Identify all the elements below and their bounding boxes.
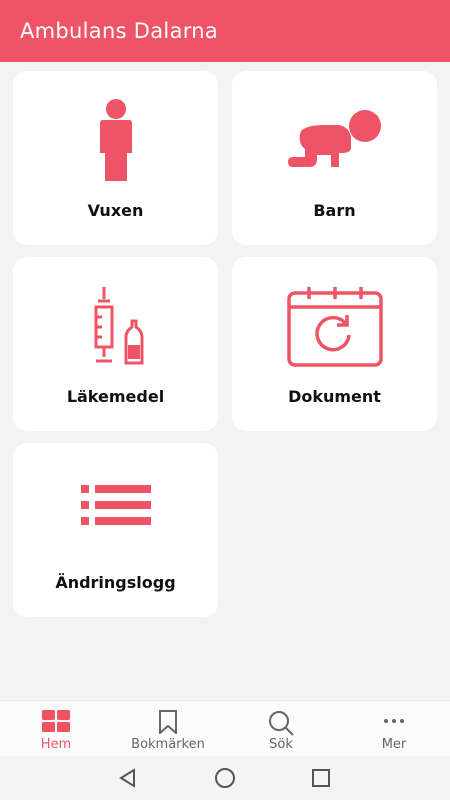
back-icon[interactable]	[116, 766, 140, 790]
list-icon	[13, 485, 218, 525]
nav-item-hem[interactable]: Hem	[0, 701, 112, 757]
tile-dokument[interactable]: Dokument	[232, 257, 437, 431]
tile-barn[interactable]: Barn	[232, 71, 437, 245]
nav-item-bokmarken[interactable]: Bokmärken	[112, 701, 224, 757]
nav-label: Mer	[381, 737, 407, 752]
calendar-refresh-icon	[232, 287, 437, 367]
bottom-navigation: Hem Bokmärken Sök Mer	[0, 700, 450, 756]
app-title: Ambulans Dalarna	[20, 19, 219, 43]
app-bar: Ambulans Dalarna	[0, 0, 450, 62]
tile-label: Vuxen	[87, 201, 144, 220]
home-icon[interactable]	[213, 766, 237, 790]
tile-vuxen[interactable]: Vuxen	[13, 71, 218, 245]
nav-item-mer[interactable]: Mer	[338, 701, 450, 757]
tile-label: Läkemedel	[66, 387, 165, 406]
search-icon	[225, 710, 337, 736]
tile-label: Ändringslogg	[55, 573, 176, 592]
more-dots-icon	[338, 710, 450, 732]
nav-label: Bokmärken	[131, 737, 205, 752]
syringe-ampoule-icon	[13, 287, 218, 367]
bookmark-icon	[112, 710, 224, 734]
tile-lakemedel[interactable]: Läkemedel	[13, 257, 218, 431]
nav-label: Hem	[40, 737, 72, 752]
system-navigation-bar	[0, 756, 450, 800]
adult-person-icon	[13, 99, 218, 183]
nav-label: Sök	[269, 737, 293, 752]
crawling-baby-icon	[232, 109, 437, 169]
nav-item-sok[interactable]: Sök	[225, 701, 337, 757]
tile-andringslogg[interactable]: Ändringslogg	[13, 443, 218, 617]
tile-label: Barn	[313, 201, 356, 220]
tile-label: Dokument	[288, 387, 381, 406]
grid-icon	[0, 710, 112, 732]
recents-icon[interactable]	[309, 766, 333, 790]
